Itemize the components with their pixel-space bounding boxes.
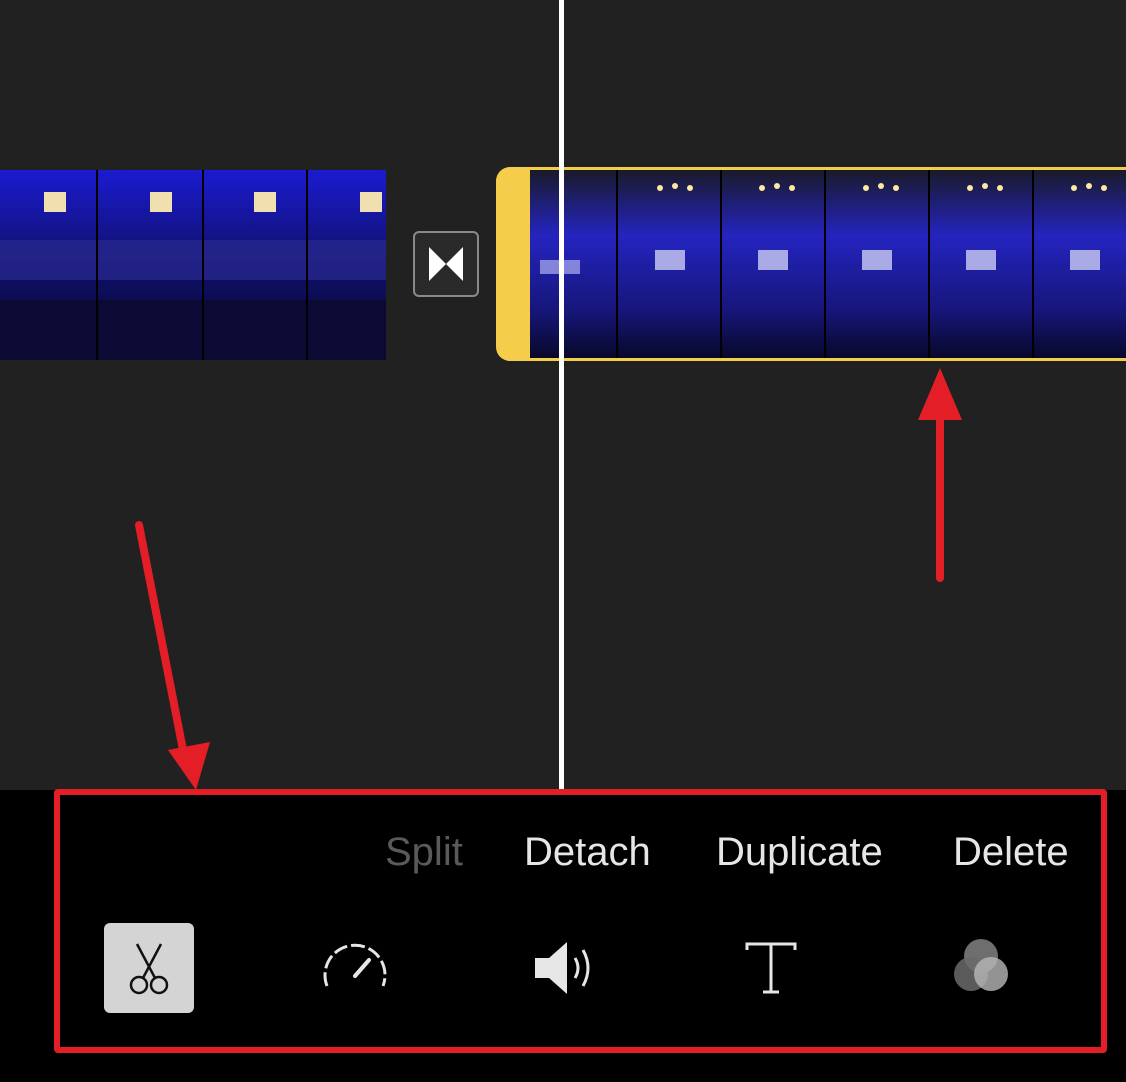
frame-2: [618, 170, 720, 358]
frame-2: [98, 170, 202, 360]
frame-1: [530, 170, 616, 358]
frame-4: [308, 170, 386, 360]
transition-icon: [429, 247, 463, 281]
frame-5: [930, 170, 1032, 358]
frame-4: [826, 170, 928, 358]
clip-right-frames: [530, 170, 1126, 358]
imovie-editor: Split Detach Duplicate Delete: [0, 0, 1126, 1082]
timeline[interactable]: [0, 0, 1126, 790]
playhead[interactable]: [559, 0, 564, 790]
frame-1: [0, 170, 96, 360]
video-clip-left[interactable]: [0, 170, 386, 360]
frame-3: [722, 170, 824, 358]
annotation-highlight-box: [54, 789, 1107, 1053]
frame-6: [1034, 170, 1126, 358]
frame-3: [204, 170, 306, 360]
video-clip-selected[interactable]: [496, 167, 1126, 361]
transition-button[interactable]: [413, 231, 479, 297]
clip-left-frames: [0, 170, 386, 360]
